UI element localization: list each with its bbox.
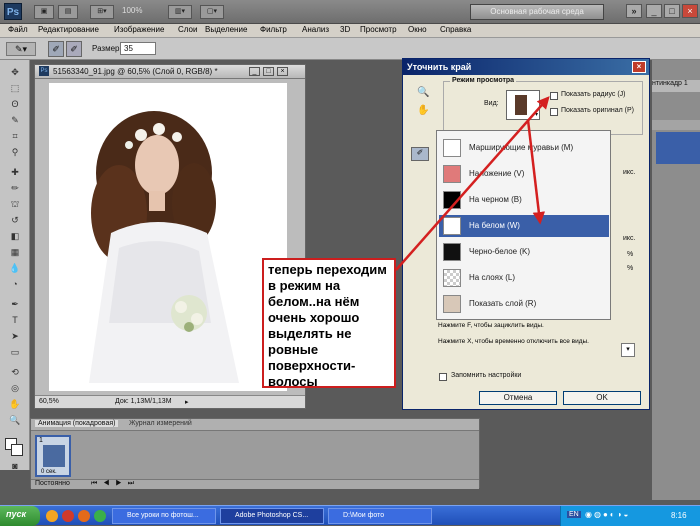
clock: 8:16 — [671, 511, 687, 520]
tray-icons[interactable]: ◉◍●◐◑◒ — [585, 510, 630, 519]
quicklaunch-icon-2[interactable] — [62, 510, 74, 522]
windows-taskbar: пуск Все уроки по фотош... Adobe Photosh… — [0, 505, 700, 526]
language-indicator[interactable]: EN — [567, 511, 581, 518]
quicklaunch-icon-4[interactable] — [94, 510, 106, 522]
tutorial-annotation: теперь переходим в режим на белом..на нё… — [262, 258, 396, 389]
start-button[interactable]: пуск — [0, 506, 40, 526]
arrow-to-view-thumb — [395, 96, 550, 271]
system-tray: EN ◉◍●◐◑◒ 8:16 — [560, 506, 700, 526]
task-photoshop[interactable]: Adobe Photoshop CS... — [220, 508, 324, 524]
start-label: пуск — [6, 509, 27, 519]
task-explorer[interactable]: D:\Мои фото — [328, 508, 432, 524]
quicklaunch-icon-3[interactable] — [78, 510, 90, 522]
task-browser[interactable]: Все уроки по фотош... — [112, 508, 216, 524]
arrow-to-on-white — [526, 119, 546, 225]
quicklaunch-icon-1[interactable] — [46, 510, 58, 522]
